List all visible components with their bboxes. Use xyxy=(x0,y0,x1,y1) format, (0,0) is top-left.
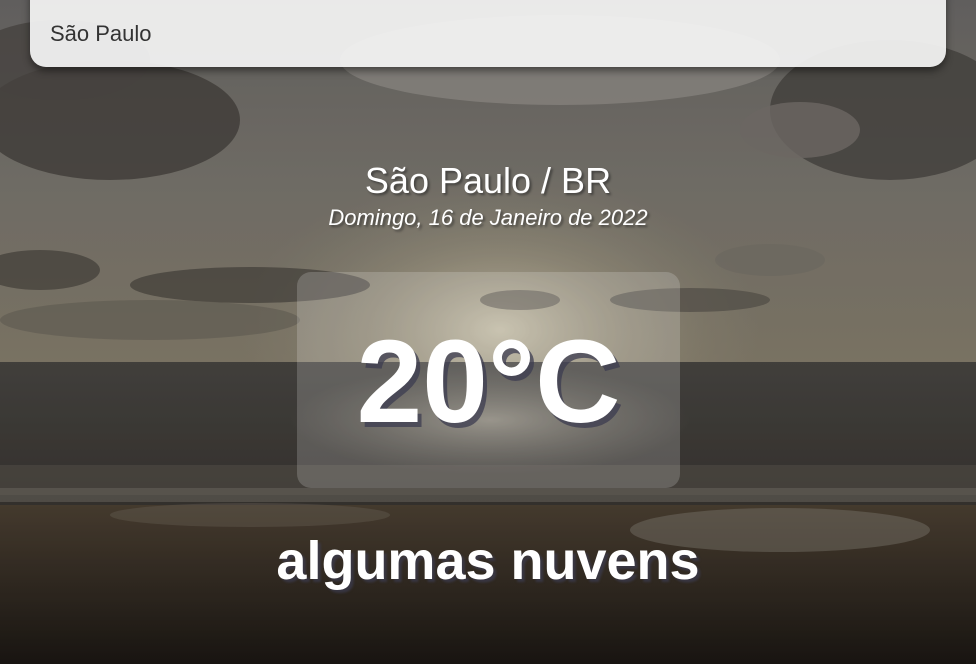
temperature-value: 20°C xyxy=(356,316,621,448)
city-search-input[interactable] xyxy=(50,18,910,50)
date-label: Domingo, 16 de Janeiro de 2022 xyxy=(328,205,648,230)
weather-description: algumas nuvens xyxy=(276,531,700,591)
location-label: São Paulo / BR xyxy=(364,160,612,201)
temperature-box: 20°C xyxy=(297,272,680,488)
search-bar xyxy=(30,0,946,67)
